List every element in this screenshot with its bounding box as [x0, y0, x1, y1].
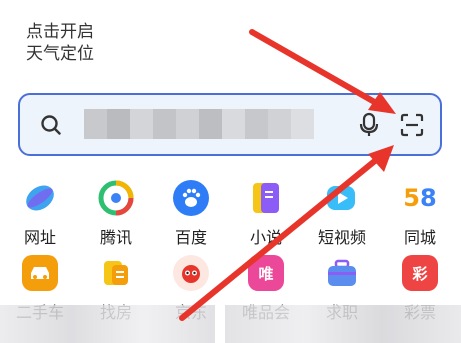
arrow-head-scan: [368, 145, 394, 172]
arrow-to-microphone: [249, 29, 381, 107]
arrow-to-scan: [179, 157, 379, 321]
annotation-arrows: [179, 29, 396, 321]
